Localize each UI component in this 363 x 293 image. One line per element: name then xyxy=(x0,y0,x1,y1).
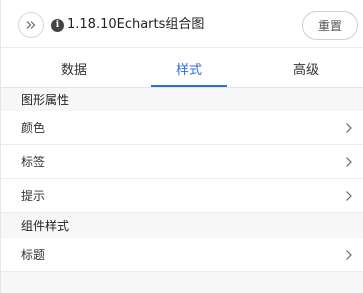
tab-style[interactable]: 样式 xyxy=(134,48,244,88)
info-circle-icon[interactable]: i xyxy=(51,19,64,32)
list-item-title[interactable]: 标题 xyxy=(1,238,363,272)
section-title-graphic-properties: 图形属性 xyxy=(1,89,363,111)
chevron-right-icon xyxy=(346,250,352,260)
list-item-label: 标题 xyxy=(21,248,46,262)
double-chevron-right-icon xyxy=(26,21,36,29)
list-item-color[interactable]: 颜色 xyxy=(1,111,363,145)
tab-advanced[interactable]: 高级 xyxy=(251,48,361,88)
chevron-right-icon xyxy=(346,157,352,167)
list-item-label: 标签 xyxy=(21,155,46,169)
tab-data[interactable]: 数据 xyxy=(19,48,129,88)
tab-bar: 数据 样式 高级 xyxy=(1,48,363,88)
panel-header: i 1.18.10Echarts组合图 重置 xyxy=(1,0,363,48)
list-item-tooltip[interactable]: 提示 xyxy=(1,179,363,213)
list-item-label-settings[interactable]: 标签 xyxy=(1,145,363,179)
reset-button[interactable]: 重置 xyxy=(302,11,358,40)
list-item-label: 颜色 xyxy=(21,121,46,135)
active-tab-indicator xyxy=(151,85,227,87)
chevron-right-icon xyxy=(346,191,352,201)
collapse-panel-button[interactable] xyxy=(18,12,44,38)
section-title-component-style: 组件样式 xyxy=(1,215,363,237)
property-panel: i 1.18.10Echarts组合图 重置 数据 样式 高级 图形属性 颜色 … xyxy=(0,0,363,293)
list-item-label: 提示 xyxy=(21,189,46,203)
chevron-right-icon xyxy=(346,123,352,133)
component-title: 1.18.10Echarts组合图 xyxy=(67,17,205,32)
